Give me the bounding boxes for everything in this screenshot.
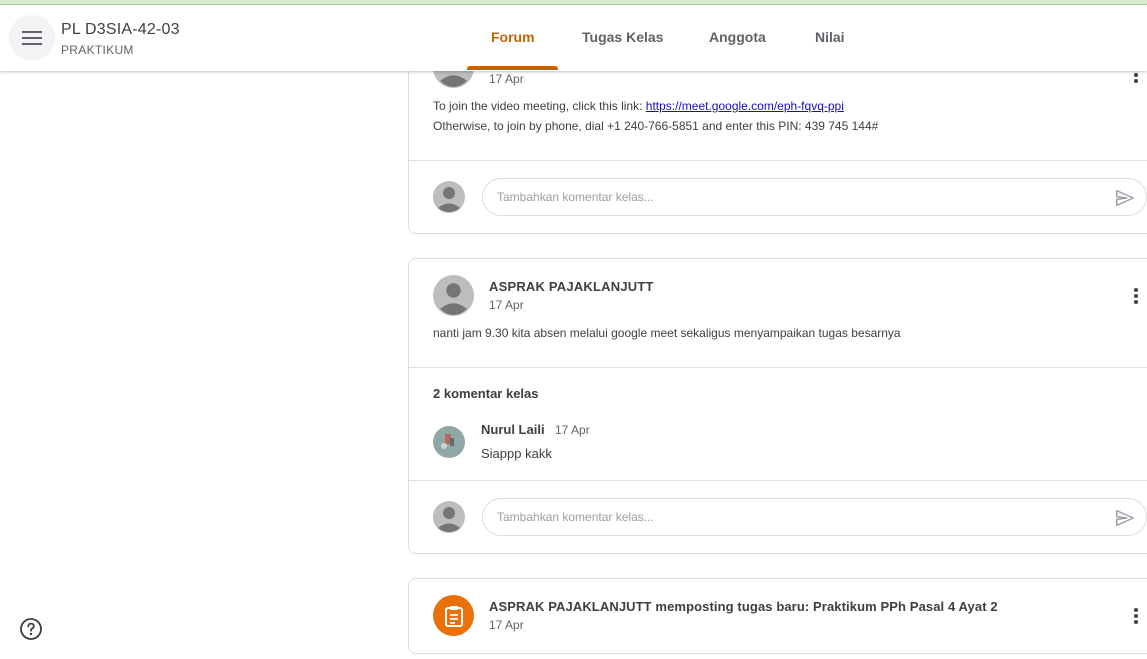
author-avatar	[433, 275, 474, 316]
stream-post-assignment[interactable]: ASPRAK PAJAKLANJUTT memposting tugas bar…	[408, 578, 1147, 654]
divider	[409, 367, 1147, 368]
more-vert-icon	[1134, 608, 1138, 624]
class-comment-input[interactable]	[497, 508, 1077, 526]
comment-date: 17 Apr	[555, 423, 590, 437]
active-tab-indicator	[467, 66, 558, 70]
meeting-link[interactable]: https://meet.google.com/eph-fqvq-ppi	[646, 99, 844, 113]
more-vert-icon	[1134, 288, 1138, 304]
tab-nilai[interactable]: Nilai	[815, 29, 845, 45]
commenter-avatar	[433, 426, 465, 458]
current-user-avatar	[433, 181, 465, 213]
assignment-avatar	[433, 595, 474, 636]
post-options-button[interactable]	[1126, 604, 1146, 628]
post-body-line-2: Otherwise, to join by phone, dial +1 240…	[433, 119, 879, 133]
comment-author[interactable]: Nurul Laili	[481, 422, 545, 437]
post-body: To join the video meeting, click this li…	[433, 96, 1133, 136]
class-header: PL D3SIA-42-03 PRAKTIKUM Forum Tugas Kel…	[0, 5, 1147, 71]
tab-tugas-kelas[interactable]: Tugas Kelas	[582, 29, 663, 45]
post-date: 17 Apr	[489, 298, 524, 312]
class-comment-input[interactable]	[497, 188, 1077, 206]
tab-anggota[interactable]: Anggota	[709, 29, 766, 45]
assignment-title[interactable]: ASPRAK PAJAKLANJUTT memposting tugas bar…	[489, 599, 998, 614]
help-icon[interactable]	[19, 617, 43, 641]
post-author[interactable]: ASPRAK PAJAKLANJUTT	[489, 279, 654, 294]
class-comment-field[interactable]	[482, 498, 1147, 536]
post-options-button[interactable]	[1126, 284, 1146, 308]
divider	[409, 160, 1147, 161]
tab-forum[interactable]: Forum	[491, 29, 535, 45]
class-tabs: Forum Tugas Kelas Anggota Nilai	[0, 5, 1147, 71]
post-date: 17 Apr	[489, 618, 524, 632]
divider	[409, 480, 1147, 481]
post-body-line-1: To join the video meeting, click this li…	[433, 99, 646, 113]
send-icon[interactable]	[1114, 187, 1136, 209]
stream-post-announcement: ASPRAK PAJAKLANJUTT 17 Apr nanti jam 9.3…	[408, 258, 1147, 554]
current-user-avatar	[433, 501, 465, 533]
class-comment-field[interactable]	[482, 178, 1147, 216]
comment-text: Siappp kakk	[481, 446, 552, 461]
post-date: 17 Apr	[489, 72, 524, 86]
send-icon[interactable]	[1114, 507, 1136, 529]
post-body: nanti jam 9.30 kita absen melalui google…	[433, 326, 901, 340]
assignment-icon	[444, 605, 463, 627]
comment-count-link[interactable]: 2 komentar kelas	[433, 386, 539, 401]
